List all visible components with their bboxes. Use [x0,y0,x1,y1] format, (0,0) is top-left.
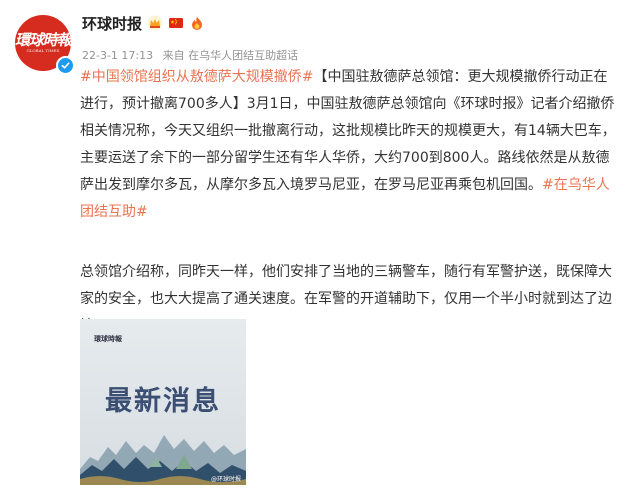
post-paragraph-1: #中国领馆组织从敖德萨大规模撤侨#【中国驻敖德萨总领馆：更大规模撤侨行动正在进行… [80,64,620,226]
fire-icon[interactable] [189,15,205,31]
card-title: 最新消息 [105,386,221,417]
crown-icon[interactable] [147,15,163,31]
post-image[interactable]: 環球時報 最新消息 @环球时报 [80,319,246,485]
post-timestamp[interactable]: 22-3-1 17:13 [82,49,153,62]
verified-icon [56,56,75,75]
post-text: 【中国驻敖德萨总领馆：更大规模撤侨行动正在进行，预计撤离700多人】3月1日，中… [80,69,616,193]
card-logo: 環球時報 [94,334,122,343]
account-header: 环球时报 [82,11,205,35]
china-flag-icon[interactable] [168,15,184,31]
watermark: @环球时报 [210,476,241,483]
post-content: #中国领馆组织从敖德萨大规模撤侨#【中国驻敖德萨总领馆：更大规模撤侨行动正在进行… [80,64,620,340]
post-meta: 22-3-1 17:13 来自 在乌华人团结互助超话 [82,49,304,63]
avatar-logo: 環球時報 GLOBAL TIMES [15,31,71,53]
post-source[interactable]: 来自 在乌华人团结互助超话 [163,49,299,62]
account-name[interactable]: 环球时报 [82,13,142,34]
hashtag-link[interactable]: #中国领馆组织从敖德萨大规模撤侨# [80,69,313,85]
